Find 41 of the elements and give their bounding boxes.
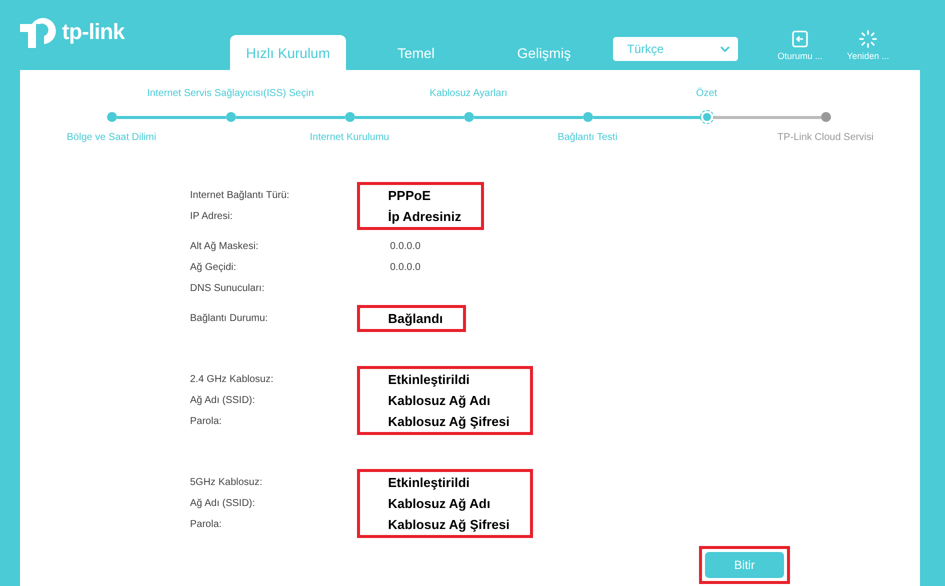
field-label: DNS Sunucuları: <box>190 282 266 296</box>
field-value: Kablosuz Ağ Şifresi <box>388 414 510 429</box>
step-label: Kablosuz Ayarları <box>430 88 508 101</box>
logo-text: tp-link <box>62 19 124 45</box>
field-value: Kablosuz Ağ Adı <box>388 496 490 511</box>
field-label: Ağ Adı (SSID): <box>190 394 256 408</box>
action-label[interactable]: Yeniden ... <box>846 51 890 61</box>
step-label: Bağlantı Testi <box>558 132 618 143</box>
field-value: 0.0.0.0 <box>390 262 421 273</box>
chevron-down-icon <box>720 46 730 52</box>
language-select[interactable]: Türkçe <box>613 37 738 61</box>
nav-tab[interactable]: Temel <box>358 35 474 70</box>
step-label: Internet Servis Sağlayıcısı(ISS) Seçin <box>147 88 314 101</box>
field-value: PPPoE <box>388 188 431 203</box>
field-value: Etkinleştirildi <box>388 372 470 387</box>
field-label: Bağlantı Durumu: <box>190 312 269 326</box>
field-value: Bağlandı <box>388 311 443 326</box>
field-value: 0.0.0.0 <box>390 241 421 252</box>
nav-tab[interactable]: Gelişmiş <box>486 35 602 70</box>
finish-button[interactable]: Bitir <box>705 552 784 578</box>
field-value: Kablosuz Ağ Adı <box>388 393 490 408</box>
logout-icon[interactable] <box>791 30 809 48</box>
field-label: Ağ Geçidi: <box>190 261 238 275</box>
field-label: Parola: <box>190 518 223 532</box>
field-value: Etkinleştirildi <box>388 475 470 490</box>
field-label: Internet Bağlantı Türü: <box>190 189 290 203</box>
field-label: Alt Ağ Maskesi: <box>190 240 260 254</box>
step-label: TP-Link Cloud Servisi <box>777 132 874 143</box>
field-label: Parola: <box>190 415 223 429</box>
field-label: 5GHz Kablosuz: <box>190 476 264 490</box>
field-label: Ağ Adı (SSID): <box>190 497 256 511</box>
field-value: Kablosuz Ağ Şifresi <box>388 517 510 532</box>
field-label: IP Adresi: <box>190 210 234 224</box>
nav-tab[interactable]: Hızlı Kurulum <box>230 35 346 70</box>
step-label: Internet Kurulumu <box>310 132 390 143</box>
action-label[interactable]: Oturumu ... <box>777 51 822 61</box>
field-value: İp Adresiniz <box>388 209 462 224</box>
step-label: Özet <box>696 88 718 101</box>
step-label: Bölge ve Saat Dilimi <box>66 132 156 143</box>
spinner-icon[interactable] <box>859 30 877 48</box>
field-label: 2.4 GHz Kablosuz: <box>190 373 274 387</box>
